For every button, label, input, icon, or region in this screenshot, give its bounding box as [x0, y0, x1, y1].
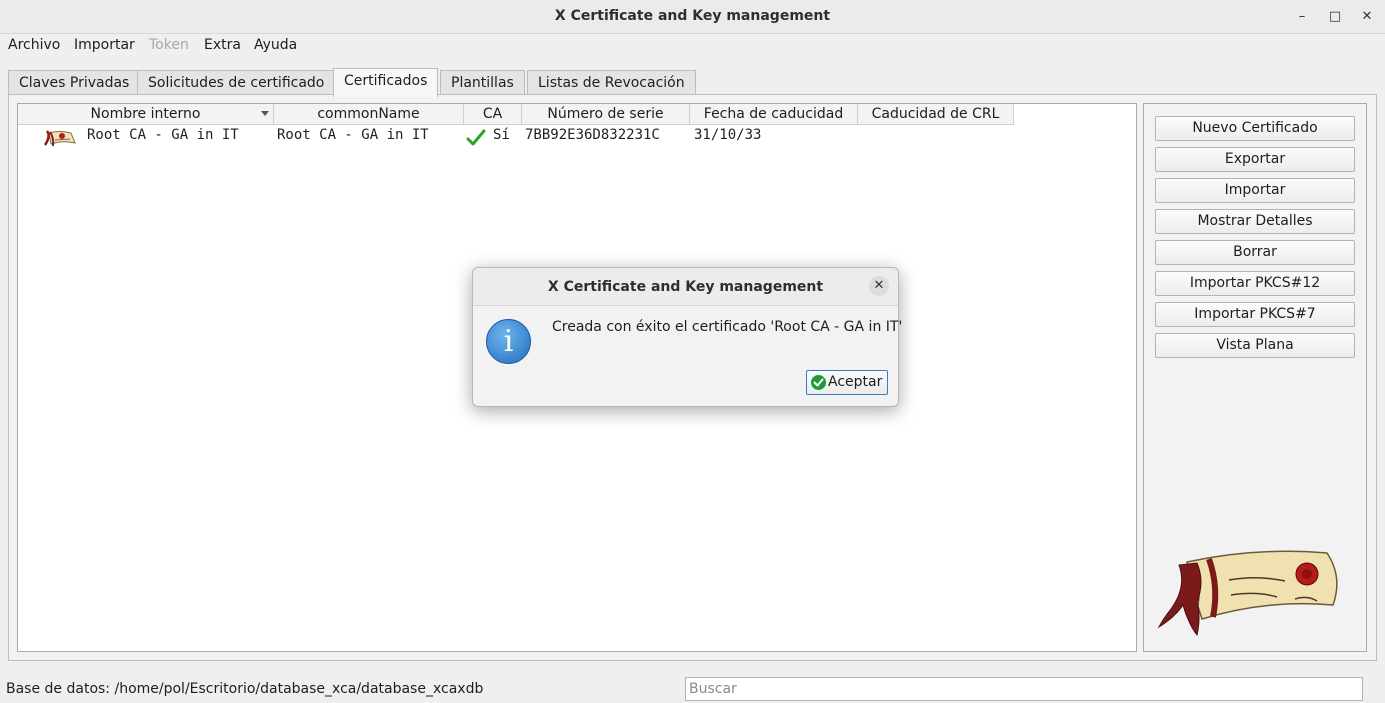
dialog-header: X Certificate and Key management ✕ — [473, 268, 898, 306]
export-button[interactable]: Exportar — [1155, 147, 1355, 172]
window-titlebar: X Certificate and Key management – □ ✕ — [0, 0, 1385, 34]
menu-archivo[interactable]: Archivo — [8, 37, 60, 53]
column-header-nombre-interno[interactable]: Nombre interno — [18, 104, 274, 125]
dialog-title: X Certificate and Key management — [547, 279, 824, 295]
tab-solicitudes[interactable]: Solicitudes de certificado — [137, 70, 336, 96]
database-path: Base de datos: /home/pol/Escritorio/data… — [6, 681, 484, 697]
minimize-button[interactable]: – — [1291, 6, 1313, 28]
import-button[interactable]: Importar — [1155, 178, 1355, 203]
tab-claves-privadas[interactable]: Claves Privadas — [8, 70, 141, 96]
tab-certificados[interactable]: Certificados — [333, 68, 439, 97]
delete-button[interactable]: Borrar — [1155, 240, 1355, 265]
tab-listas-revocacion[interactable]: Listas de Revocación — [527, 70, 696, 96]
cell-internal-name: Root CA - GA in IT — [87, 127, 239, 143]
cell-common-name: Root CA - GA in IT — [277, 127, 429, 143]
menu-extra[interactable]: Extra — [204, 37, 241, 53]
info-icon: i — [486, 319, 531, 364]
search-input[interactable] — [685, 677, 1363, 701]
maximize-button[interactable]: □ — [1324, 6, 1346, 28]
show-details-button[interactable]: Mostrar Detalles — [1155, 209, 1355, 234]
column-header-expiry[interactable]: Fecha de caducidad — [690, 104, 858, 125]
new-certificate-button[interactable]: Nuevo Certificado — [1155, 116, 1355, 141]
list-header: Nombre interno commonName CA Número de s… — [18, 104, 1014, 125]
menu-bar: Archivo Importar Token Extra Ayuda — [0, 35, 1385, 57]
column-header-serial[interactable]: Número de serie — [522, 104, 690, 125]
menu-importar[interactable]: Importar — [74, 37, 135, 53]
ok-label: Aceptar — [828, 374, 883, 390]
close-window-button[interactable]: ✕ — [1356, 6, 1378, 28]
cell-serial: 7BB92E36D832231C — [525, 127, 660, 143]
ok-button[interactable]: Aceptar — [806, 370, 888, 395]
column-label: Nombre interno — [90, 106, 201, 122]
flat-view-button[interactable]: Vista Plana — [1155, 333, 1355, 358]
import-pkcs7-button[interactable]: Importar PKCS#7 — [1155, 302, 1355, 327]
column-header-ca[interactable]: CA — [464, 104, 522, 125]
info-dialog: X Certificate and Key management ✕ i Cre… — [472, 267, 903, 407]
menu-token[interactable]: Token — [149, 37, 189, 53]
table-row[interactable]: Root CA - GA in IT Root CA - GA in IT Sí… — [18, 126, 1018, 148]
sort-arrow-icon — [261, 111, 269, 116]
menu-ayuda[interactable]: Ayuda — [254, 37, 297, 53]
xca-logo — [1157, 547, 1347, 646]
close-icon[interactable]: ✕ — [869, 276, 889, 296]
window-title: X Certificate and Key management — [554, 8, 831, 24]
checkmark-icon — [466, 128, 486, 152]
cell-expiry: 31/10/33 — [694, 127, 762, 143]
import-pkcs12-button[interactable]: Importar PKCS#12 — [1155, 271, 1355, 296]
dialog-message: Creada con éxito el certificado 'Root CA… — [552, 319, 903, 335]
tab-plantillas[interactable]: Plantillas — [440, 70, 525, 96]
column-header-crl-expiry[interactable]: Caducidad de CRL — [858, 104, 1014, 125]
check-icon — [811, 375, 826, 390]
column-header-commonname[interactable]: commonName — [274, 104, 464, 125]
certificate-icon — [41, 128, 77, 152]
cell-ca: Sí — [493, 127, 510, 143]
